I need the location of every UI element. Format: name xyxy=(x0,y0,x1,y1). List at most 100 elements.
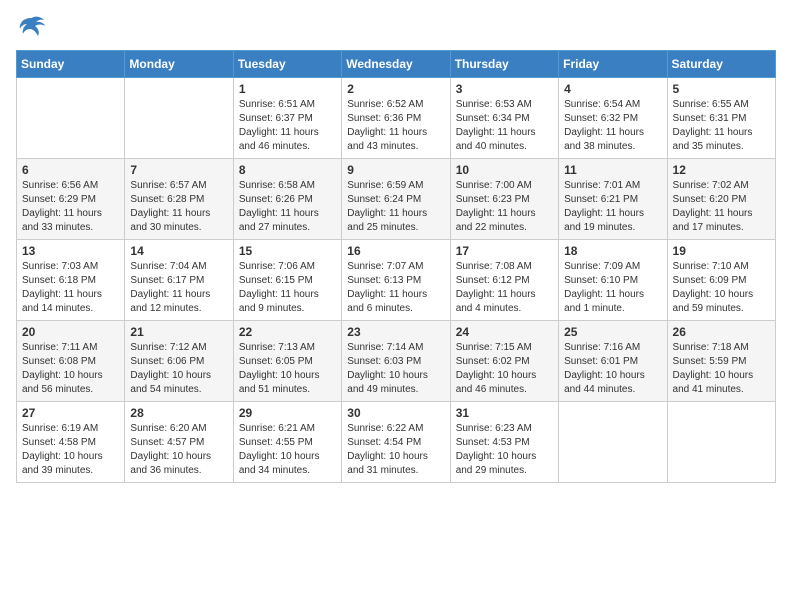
calendar-cell: 30 Sunrise: 6:22 AM Sunset: 4:54 PM Dayli… xyxy=(342,402,450,483)
calendar-cell: 4Sunrise: 6:54 AM Sunset: 6:32 PM Daylig… xyxy=(559,78,667,159)
calendar-cell xyxy=(125,78,233,159)
day-of-week-header: Sunday xyxy=(17,51,125,78)
day-info: Sunrise: 6:57 AM Sunset: 6:28 PM Dayligh… xyxy=(130,179,227,235)
calendar-cell: 19 Sunrise: 7:10 AM Sunset: 6:09 PM Dayli… xyxy=(667,240,775,321)
calendar-week-row: 13 Sunrise: 7:03 AM Sunset: 6:18 PM Dayli… xyxy=(17,240,776,321)
calendar-week-row: 6 Sunrise: 6:56 AM Sunset: 6:29 PM Daylig… xyxy=(17,159,776,240)
day-number: 4 xyxy=(564,82,661,96)
day-info: Sunrise: 7:18 AM Sunset: 5:59 PM Dayligh… xyxy=(673,341,770,397)
day-info: Sunrise: 7:09 AM Sunset: 6:10 PM Dayligh… xyxy=(564,260,661,316)
calendar-cell: 9 Sunrise: 6:59 AM Sunset: 6:24 PM Daylig… xyxy=(342,159,450,240)
day-info: Sunrise: 6:23 AM Sunset: 4:53 PM Dayligh… xyxy=(456,422,553,478)
calendar-week-row: 20 Sunrise: 7:11 AM Sunset: 6:08 PM Dayli… xyxy=(17,321,776,402)
day-info: Sunrise: 7:14 AM Sunset: 6:03 PM Dayligh… xyxy=(347,341,444,397)
day-number: 3 xyxy=(456,82,553,96)
day-number: 1 xyxy=(239,82,336,96)
day-info: Sunrise: 7:03 AM Sunset: 6:18 PM Dayligh… xyxy=(22,260,119,316)
day-info: Sunrise: 6:58 AM Sunset: 6:26 PM Dayligh… xyxy=(239,179,336,235)
day-number: 2 xyxy=(347,82,444,96)
calendar-cell: 13 Sunrise: 7:03 AM Sunset: 6:18 PM Dayli… xyxy=(17,240,125,321)
day-number: 13 xyxy=(22,244,119,258)
calendar-cell: 23 Sunrise: 7:14 AM Sunset: 6:03 PM Dayli… xyxy=(342,321,450,402)
day-number: 28 xyxy=(130,406,227,420)
calendar-cell: 5 Sunrise: 6:55 AM Sunset: 6:31 PM Daylig… xyxy=(667,78,775,159)
day-info: Sunrise: 6:59 AM Sunset: 6:24 PM Dayligh… xyxy=(347,179,444,235)
day-info: Sunrise: 7:11 AM Sunset: 6:08 PM Dayligh… xyxy=(22,341,119,397)
day-of-week-header: Friday xyxy=(559,51,667,78)
day-info: Sunrise: 7:07 AM Sunset: 6:13 PM Dayligh… xyxy=(347,260,444,316)
calendar-cell: 12Sunrise: 7:02 AM Sunset: 6:20 PM Dayli… xyxy=(667,159,775,240)
day-info: Sunrise: 7:10 AM Sunset: 6:09 PM Dayligh… xyxy=(673,260,770,316)
day-info: Sunrise: 6:51 AM Sunset: 6:37 PM Dayligh… xyxy=(239,98,336,154)
calendar-cell: 24 Sunrise: 7:15 AM Sunset: 6:02 PM Dayli… xyxy=(450,321,558,402)
calendar-cell: 11 Sunrise: 7:01 AM Sunset: 6:21 PM Dayli… xyxy=(559,159,667,240)
day-number: 19 xyxy=(673,244,770,258)
day-of-week-header: Thursday xyxy=(450,51,558,78)
day-info: Sunrise: 6:21 AM Sunset: 4:55 PM Dayligh… xyxy=(239,422,336,478)
calendar-cell xyxy=(559,402,667,483)
day-info: Sunrise: 7:04 AM Sunset: 6:17 PM Dayligh… xyxy=(130,260,227,316)
day-info: Sunrise: 7:12 AM Sunset: 6:06 PM Dayligh… xyxy=(130,341,227,397)
calendar-header-row: SundayMondayTuesdayWednesdayThursdayFrid… xyxy=(17,51,776,78)
day-info: Sunrise: 6:19 AM Sunset: 4:58 PM Dayligh… xyxy=(22,422,119,478)
calendar-cell xyxy=(667,402,775,483)
day-number: 17 xyxy=(456,244,553,258)
day-number: 27 xyxy=(22,406,119,420)
day-number: 26 xyxy=(673,325,770,339)
day-of-week-header: Saturday xyxy=(667,51,775,78)
day-info: Sunrise: 6:55 AM Sunset: 6:31 PM Dayligh… xyxy=(673,98,770,154)
calendar-cell: 28Sunrise: 6:20 AM Sunset: 4:57 PM Dayli… xyxy=(125,402,233,483)
day-info: Sunrise: 7:01 AM Sunset: 6:21 PM Dayligh… xyxy=(564,179,661,235)
day-number: 5 xyxy=(673,82,770,96)
day-number: 16 xyxy=(347,244,444,258)
calendar-cell: 14 Sunrise: 7:04 AM Sunset: 6:17 PM Dayli… xyxy=(125,240,233,321)
calendar-cell: 31 Sunrise: 6:23 AM Sunset: 4:53 PM Dayli… xyxy=(450,402,558,483)
day-info: Sunrise: 7:15 AM Sunset: 6:02 PM Dayligh… xyxy=(456,341,553,397)
calendar-cell: 26 Sunrise: 7:18 AM Sunset: 5:59 PM Dayli… xyxy=(667,321,775,402)
day-number: 25 xyxy=(564,325,661,339)
day-info: Sunrise: 6:53 AM Sunset: 6:34 PM Dayligh… xyxy=(456,98,553,154)
day-number: 22 xyxy=(239,325,336,339)
day-info: Sunrise: 7:08 AM Sunset: 6:12 PM Dayligh… xyxy=(456,260,553,316)
day-number: 23 xyxy=(347,325,444,339)
calendar-cell: 7Sunrise: 6:57 AM Sunset: 6:28 PM Daylig… xyxy=(125,159,233,240)
calendar-cell: 21 Sunrise: 7:12 AM Sunset: 6:06 PM Dayli… xyxy=(125,321,233,402)
day-number: 9 xyxy=(347,163,444,177)
day-number: 21 xyxy=(130,325,227,339)
calendar-cell: 15 Sunrise: 7:06 AM Sunset: 6:15 PM Dayli… xyxy=(233,240,341,321)
day-number: 30 xyxy=(347,406,444,420)
calendar-cell: 1 Sunrise: 6:51 AM Sunset: 6:37 PM Daylig… xyxy=(233,78,341,159)
day-number: 15 xyxy=(239,244,336,258)
calendar-cell: 29 Sunrise: 6:21 AM Sunset: 4:55 PM Dayli… xyxy=(233,402,341,483)
day-number: 11 xyxy=(564,163,661,177)
logo-bird-icon xyxy=(18,16,46,38)
calendar-cell: 8 Sunrise: 6:58 AM Sunset: 6:26 PM Daylig… xyxy=(233,159,341,240)
day-number: 24 xyxy=(456,325,553,339)
calendar-cell: 18 Sunrise: 7:09 AM Sunset: 6:10 PM Dayli… xyxy=(559,240,667,321)
calendar-cell xyxy=(17,78,125,159)
calendar-cell: 20 Sunrise: 7:11 AM Sunset: 6:08 PM Dayli… xyxy=(17,321,125,402)
calendar-cell: 10Sunrise: 7:00 AM Sunset: 6:23 PM Dayli… xyxy=(450,159,558,240)
calendar-cell: 25Sunrise: 7:16 AM Sunset: 6:01 PM Dayli… xyxy=(559,321,667,402)
day-of-week-header: Tuesday xyxy=(233,51,341,78)
day-number: 6 xyxy=(22,163,119,177)
calendar-cell: 3 Sunrise: 6:53 AM Sunset: 6:34 PM Daylig… xyxy=(450,78,558,159)
day-info: Sunrise: 7:13 AM Sunset: 6:05 PM Dayligh… xyxy=(239,341,336,397)
day-number: 20 xyxy=(22,325,119,339)
day-info: Sunrise: 7:00 AM Sunset: 6:23 PM Dayligh… xyxy=(456,179,553,235)
day-info: Sunrise: 6:22 AM Sunset: 4:54 PM Dayligh… xyxy=(347,422,444,478)
day-info: Sunrise: 7:06 AM Sunset: 6:15 PM Dayligh… xyxy=(239,260,336,316)
day-number: 29 xyxy=(239,406,336,420)
page-header xyxy=(16,16,776,38)
day-number: 14 xyxy=(130,244,227,258)
calendar-cell: 27 Sunrise: 6:19 AM Sunset: 4:58 PM Dayli… xyxy=(17,402,125,483)
calendar-cell: 22 Sunrise: 7:13 AM Sunset: 6:05 PM Dayli… xyxy=(233,321,341,402)
day-info: Sunrise: 6:52 AM Sunset: 6:36 PM Dayligh… xyxy=(347,98,444,154)
calendar-week-row: 1 Sunrise: 6:51 AM Sunset: 6:37 PM Daylig… xyxy=(17,78,776,159)
day-number: 8 xyxy=(239,163,336,177)
calendar-cell: 2 Sunrise: 6:52 AM Sunset: 6:36 PM Daylig… xyxy=(342,78,450,159)
day-number: 31 xyxy=(456,406,553,420)
day-info: Sunrise: 6:56 AM Sunset: 6:29 PM Dayligh… xyxy=(22,179,119,235)
day-number: 18 xyxy=(564,244,661,258)
calendar-cell: 6 Sunrise: 6:56 AM Sunset: 6:29 PM Daylig… xyxy=(17,159,125,240)
